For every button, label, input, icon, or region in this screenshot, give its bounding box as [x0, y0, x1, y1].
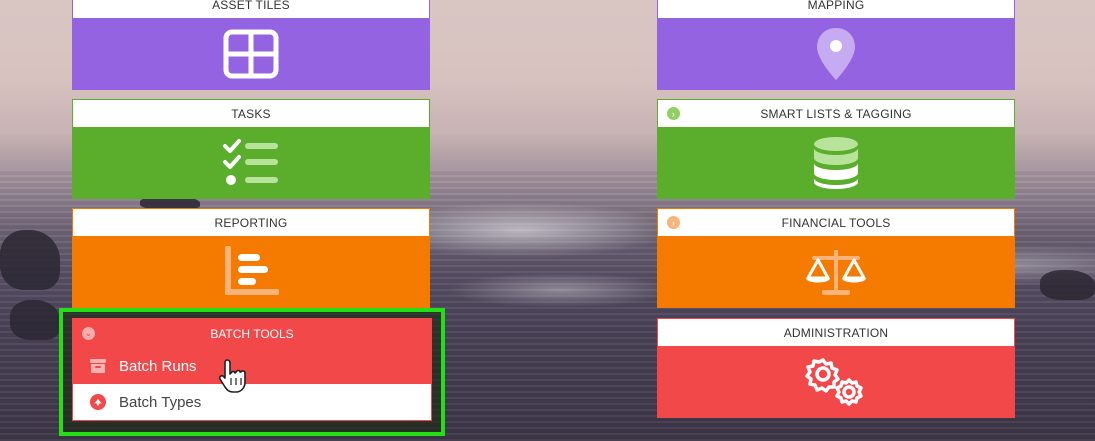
tile-body[interactable] [73, 18, 429, 89]
report-chart-icon [225, 245, 279, 295]
hand-pointer-cursor-icon [218, 359, 246, 393]
menu-item-batch-runs[interactable]: Batch Runs [73, 348, 431, 384]
tile-smart-lists-tagging[interactable]: › SMART LISTS & TAGGING [657, 99, 1015, 199]
tile-header: ASSET TILES [73, 0, 429, 18]
tile-body[interactable] [658, 127, 1014, 198]
chevron-down-icon[interactable]: ⌄ [82, 327, 95, 340]
batch-types-icon [90, 394, 106, 410]
batch-tools-header[interactable]: ⌄ BATCH TOOLS [73, 319, 431, 348]
tile-title: TASKS [231, 106, 271, 121]
background-rock [10, 300, 60, 340]
tile-header: ADMINISTRATION [658, 319, 1014, 346]
menu-item-batch-types[interactable]: Batch Types [73, 384, 431, 420]
tile-asset-tiles[interactable]: ASSET TILES [72, 0, 430, 90]
gears-icon [805, 357, 863, 406]
tile-mapping[interactable]: MAPPING [657, 0, 1015, 90]
tile-title: FINANCIAL TOOLS [781, 215, 891, 230]
tile-body[interactable] [73, 236, 429, 307]
background-rock [1040, 270, 1095, 300]
tile-title: REPORTING [214, 215, 288, 230]
tile-title: SMART LISTS & TAGGING [760, 106, 912, 121]
map-pin-icon [817, 27, 855, 80]
tile-body[interactable] [73, 127, 429, 198]
tile-body[interactable] [658, 346, 1014, 417]
database-icon [814, 136, 858, 189]
tile-header: › FINANCIAL TOOLS [658, 209, 1014, 236]
background-rock [0, 230, 60, 290]
archive-box-icon [90, 359, 106, 373]
tile-title: ADMINISTRATION [783, 325, 889, 340]
chevron-right-icon[interactable]: › [667, 107, 680, 120]
tile-body[interactable] [658, 18, 1014, 89]
tile-header: MAPPING [658, 0, 1014, 18]
tile-header: REPORTING [73, 209, 429, 236]
tile-body[interactable] [658, 236, 1014, 307]
chevron-right-icon[interactable]: › [667, 216, 680, 229]
tile-header: TASKS [73, 100, 429, 127]
menu-item-label: Batch Types [119, 393, 202, 411]
tile-administration[interactable]: ADMINISTRATION [657, 318, 1015, 418]
tile-title: BATCH TOOLS [210, 326, 294, 341]
tile-title: ASSET TILES [212, 0, 290, 12]
tile-financial-tools[interactable]: › FINANCIAL TOOLS [657, 208, 1015, 308]
tile-batch-tools: ⌄ BATCH TOOLS Batch Runs Batch Types [72, 318, 432, 421]
grid-icon [223, 29, 279, 78]
tile-tasks[interactable]: TASKS [72, 99, 430, 199]
tile-reporting[interactable]: REPORTING [72, 208, 430, 308]
scales-icon [806, 249, 866, 295]
menu-item-label: Batch Runs [119, 357, 197, 375]
checklist-icon [223, 138, 278, 185]
tile-header: › SMART LISTS & TAGGING [658, 100, 1014, 127]
tile-title: MAPPING [807, 0, 865, 12]
